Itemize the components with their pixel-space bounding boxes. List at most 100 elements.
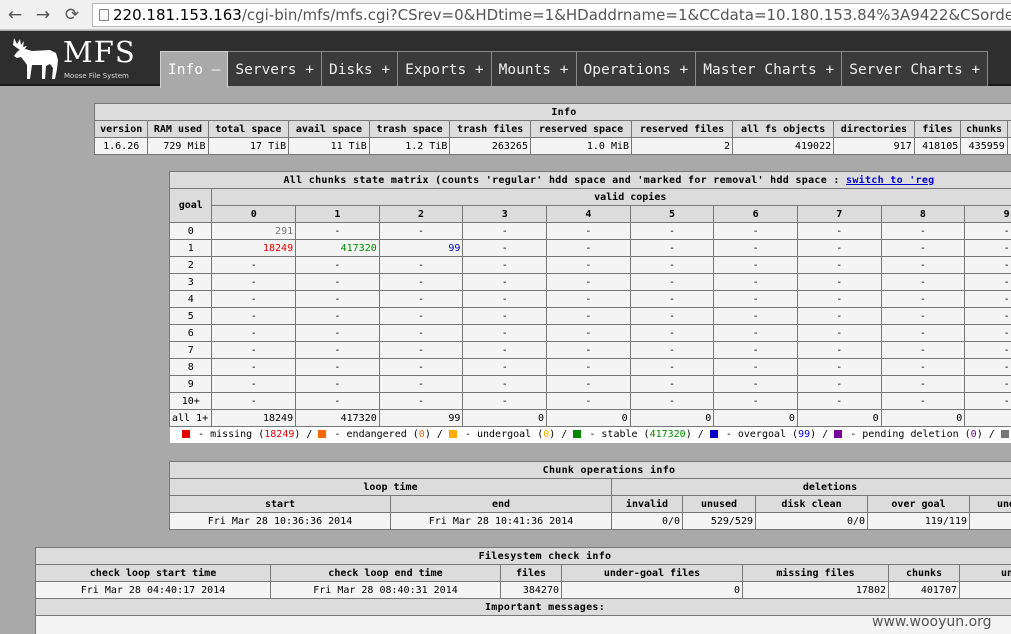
fs-header: under-goal files (561, 564, 743, 582)
legend-count: 99 (798, 429, 811, 440)
info-header: reserved files (631, 120, 734, 138)
matrix-cell: - (211, 307, 297, 325)
matrix-cell: - (295, 222, 380, 240)
legend-count: 0 (970, 429, 977, 440)
tab-exports[interactable]: Exports + (398, 51, 492, 86)
legend-label: undergoal (476, 429, 532, 440)
matrix-cell: - (295, 273, 380, 291)
valid-copies-column-0: 0 (211, 205, 297, 223)
loop-end-value: Fri Mar 28 10:41:36 2014 (390, 512, 612, 530)
tab-master-charts[interactable]: Master Charts + (696, 51, 843, 86)
matrix-cell: - (211, 273, 297, 291)
tab-disks[interactable]: Disks + (321, 51, 399, 86)
goal-cell: 5 (168, 307, 213, 325)
goal-cell: 10+ (168, 392, 213, 410)
legend-count: 18249 (264, 429, 295, 440)
tab-servers[interactable]: Servers + (228, 51, 322, 86)
matrix-cell: 18249 (211, 239, 297, 257)
tab-operations[interactable]: Operations + (576, 51, 697, 86)
info-header: avail space (288, 120, 370, 138)
chunk-operations-table: Chunk operations info loop time deletion… (169, 461, 1011, 530)
chunkops-title: Chunk operations info (169, 461, 1011, 479)
fs-value: 384270 (500, 581, 562, 599)
back-arrow-icon[interactable]: ← (4, 5, 26, 25)
watermark: www.wooyun.org (872, 614, 992, 630)
chunk-matrix-table: All chunks state matrix (counts 'regular… (168, 171, 1011, 427)
matrix-cell: 0 (713, 409, 798, 427)
valid-copies-header: valid copies (211, 188, 1011, 206)
matrix-cell: - (796, 256, 882, 274)
matrix-cell: - (462, 273, 548, 291)
info-value: 263265 (449, 137, 531, 155)
mfs-logo[interactable]: MFS Moose File System (8, 34, 158, 84)
matrix-cell: - (546, 358, 631, 376)
matrix-cell: - (295, 375, 380, 393)
legend-count: 0 (543, 429, 550, 440)
tab-server-charts[interactable]: Server Charts + (842, 51, 989, 86)
legend-count: 417320 (649, 429, 686, 440)
matrix-cell: - (211, 392, 297, 410)
start-header: start (169, 495, 391, 513)
matrix-cell: - (462, 256, 548, 274)
matrix-cell: - (629, 273, 715, 291)
legend-label: stable (601, 429, 638, 440)
matrix-cell: - (462, 392, 548, 410)
info-header: all fs objects (732, 120, 835, 138)
matrix-cell: - (462, 341, 548, 359)
legend-label: pending deletion (862, 429, 959, 440)
matrix-row: 6---------- (168, 324, 1011, 342)
matrix-cell: - (880, 341, 966, 359)
matrix-cell: - (796, 290, 882, 308)
tab-mounts[interactable]: Mounts + (491, 51, 577, 86)
url-host: 220.181.153.163 (113, 6, 242, 24)
matrix-cell: - (378, 324, 464, 342)
matrix-cell: - (546, 341, 631, 359)
matrix-cell: - (796, 358, 882, 376)
matrix-cell: - (629, 392, 715, 410)
matrix-cell: - (546, 273, 631, 291)
mfs-header: MFS Moose File System Info – Servers + D… (0, 31, 1011, 88)
reload-icon[interactable]: ⟳ (61, 5, 83, 25)
fs-header: files (500, 564, 562, 582)
legend-item: - pending deletion (0) / (834, 429, 1001, 440)
matrix-cell: - (880, 307, 966, 325)
matrix-row: 9---------- (168, 375, 1011, 393)
matrix-cell: - (964, 273, 1011, 291)
matrix-cell: 0 (546, 409, 631, 427)
matrix-cell: - (880, 222, 966, 240)
matrix-cell: - (378, 375, 464, 393)
matrix-cell: - (546, 392, 631, 410)
matrix-cell: - (211, 324, 297, 342)
matrix-cell: - (796, 324, 882, 342)
goal-cell: 7 (168, 341, 213, 359)
matrix-legend: - missing (18249) / - endangered (0) / -… (170, 427, 1011, 443)
valid-copies-column-9: 9 (964, 205, 1011, 223)
matrix-cell: - (378, 290, 464, 308)
legend-swatch-icon (709, 430, 718, 438)
matrix-cell: - (964, 324, 1011, 342)
address-bar[interactable]: 220.181.153.163/cgi-bin/mfs/mfs.cgi?CSre… (92, 3, 1011, 27)
matrix-row: 2---------- (168, 256, 1011, 274)
goal-cell: 1 (168, 239, 213, 257)
deletions-header: deletions (611, 478, 1011, 496)
forward-arrow-icon[interactable]: → (32, 5, 54, 25)
matrix-cell: - (546, 222, 631, 240)
tab-info[interactable]: Info – (160, 51, 229, 88)
legend-swatch-icon (1000, 430, 1009, 438)
disk-clean-header: disk clean (755, 495, 868, 513)
info-header: total space (207, 120, 290, 138)
matrix-cell: 0 (796, 409, 882, 427)
matrix-cell: - (629, 375, 715, 393)
matrix-cell: - (713, 239, 798, 257)
switch-link[interactable]: switch to 'reg (846, 175, 935, 186)
matrix-cell: - (629, 358, 715, 376)
matrix-cell: - (713, 222, 798, 240)
fs-value: 17802 (742, 581, 889, 599)
main-tabs: Info – Servers + Disks + Exports + Mount… (160, 51, 989, 88)
matrix-cell: 0 (880, 409, 966, 427)
goal-cell: 3 (168, 273, 213, 291)
info-value: 419022 (732, 137, 835, 155)
legend-item: - undergoal (0) / (448, 429, 573, 440)
matrix-cell: - (629, 256, 715, 274)
over-goal-header: over goal (867, 495, 970, 513)
